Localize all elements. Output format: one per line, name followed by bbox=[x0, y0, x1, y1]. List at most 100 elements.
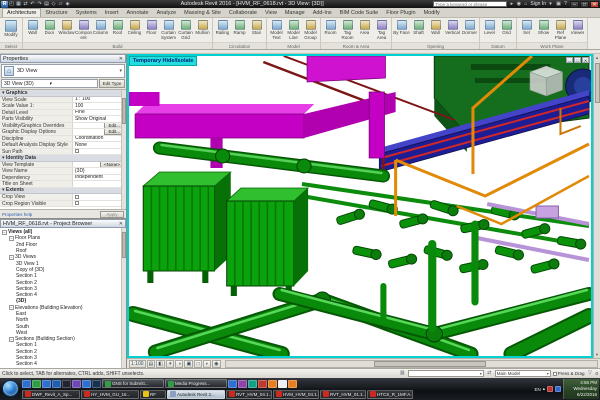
tab-systems[interactable]: Systems bbox=[72, 9, 101, 17]
signin-button[interactable]: Sign In bbox=[530, 1, 546, 7]
tray-expand-icon[interactable]: ▴ bbox=[543, 386, 545, 392]
crop-view-icon[interactable]: ▣ bbox=[184, 360, 193, 368]
taskbar-icon[interactable] bbox=[92, 380, 101, 388]
taskbar-icon[interactable] bbox=[82, 380, 91, 388]
drawing-area[interactable]: Temporary Hide/Isolate – □ ✕ bbox=[127, 54, 593, 358]
tab-view[interactable]: View bbox=[261, 9, 281, 17]
subscription-center-icon[interactable]: ◉ bbox=[515, 1, 522, 8]
horizontal-scrollbar[interactable] bbox=[225, 360, 598, 368]
properties-help-link[interactable]: Properties help bbox=[2, 212, 100, 217]
viewcube[interactable] bbox=[530, 66, 563, 96]
scale[interactable]: 1:100 bbox=[129, 360, 146, 368]
curtain-grid-button[interactable]: Curtain Grid bbox=[177, 19, 194, 40]
model-line-button[interactable]: Model Line bbox=[285, 19, 302, 40]
taskbar-icon[interactable] bbox=[268, 380, 277, 388]
level-button[interactable]: Level bbox=[481, 19, 498, 40]
filter-icon[interactable]: ▽ bbox=[586, 370, 593, 377]
modify-button[interactable]: Modify bbox=[1, 19, 21, 42]
model-group-button[interactable]: Model Group bbox=[302, 19, 319, 40]
taskbar-icon[interactable] bbox=[52, 380, 61, 388]
open-icon[interactable]: ◰ bbox=[8, 1, 15, 8]
press-and-drag-checkbox[interactable] bbox=[553, 372, 557, 376]
crop-region-visible-checkbox[interactable] bbox=[75, 201, 79, 205]
save-icon[interactable]: ▦ bbox=[15, 1, 22, 8]
ribbon-panel-label-opening[interactable]: Opening bbox=[392, 42, 479, 49]
default-analysis-display-style-value[interactable]: None bbox=[72, 142, 126, 148]
detail-level-icon[interactable]: ▤ bbox=[147, 360, 156, 368]
properties-scrollbar[interactable] bbox=[121, 90, 126, 209]
help-icon[interactable]: ? bbox=[562, 1, 569, 8]
ribbon-panel-label-datum[interactable]: Datum bbox=[480, 42, 516, 49]
floor-button[interactable]: Floor bbox=[143, 19, 160, 40]
scroll-up-icon[interactable]: ▲ bbox=[595, 54, 599, 61]
railing-button[interactable]: Railing bbox=[214, 19, 231, 40]
discipline-value[interactable]: Coordination bbox=[72, 136, 126, 142]
tab-add-ins[interactable]: Add-Ins bbox=[309, 9, 336, 17]
title-on-sheet-value[interactable] bbox=[72, 181, 126, 187]
ribbon-panel-label-model[interactable]: Model bbox=[267, 42, 320, 49]
tag-icon[interactable]: ▱ bbox=[57, 1, 64, 8]
start-button[interactable] bbox=[2, 380, 19, 397]
search-go-icon[interactable]: ▸ bbox=[508, 1, 515, 8]
crop-region-icon[interactable]: □ bbox=[194, 360, 202, 368]
sun-path-checkbox[interactable] bbox=[75, 149, 79, 153]
restore-button[interactable]: □ bbox=[580, 1, 589, 8]
ref-plane-button[interactable]: Ref Plane bbox=[552, 19, 569, 40]
tab-structure[interactable]: Structure bbox=[41, 9, 71, 17]
signin-dropdown-icon[interactable]: ▾ bbox=[547, 1, 554, 8]
apply-button[interactable]: Apply bbox=[100, 211, 124, 218]
tray-language[interactable]: EN bbox=[534, 387, 540, 392]
browser-scrollbar[interactable] bbox=[121, 228, 126, 368]
view-scale-value[interactable]: 1 : 100 bbox=[72, 97, 126, 103]
tree-expand-icon[interactable]: − bbox=[9, 236, 14, 241]
window-button[interactable]: Window bbox=[58, 19, 75, 40]
tag-room-button[interactable]: Tag Room bbox=[339, 19, 356, 40]
visual-style-icon[interactable]: ◧ bbox=[156, 360, 165, 368]
tab-architecture[interactable]: Architecture bbox=[2, 8, 41, 17]
by-face-button[interactable]: By Face bbox=[393, 19, 410, 40]
ribbon-panel-label-circulation[interactable]: Circulation bbox=[213, 42, 266, 49]
crop-view-checkbox[interactable] bbox=[75, 195, 79, 199]
view-close-icon[interactable]: ✕ bbox=[582, 57, 589, 63]
taskbar-window-rf[interactable]: RF bbox=[140, 390, 166, 399]
minimize-button[interactable]: – bbox=[570, 1, 579, 8]
wall-button[interactable]: Wall bbox=[427, 19, 444, 40]
view-name-value[interactable]: {3D} bbox=[72, 168, 126, 174]
taskbar-icon[interactable] bbox=[32, 380, 41, 388]
tab-collaborate[interactable]: Collaborate bbox=[225, 9, 261, 17]
ramp-button[interactable]: Ramp bbox=[231, 19, 248, 40]
taskbar-icon[interactable] bbox=[62, 380, 71, 388]
taskbar-icon[interactable] bbox=[42, 380, 51, 388]
taskbar-window-htcs-r-1mf-a[interactable]: HTCS_R_1MF.A... bbox=[367, 390, 413, 399]
undo-icon[interactable]: ↶ bbox=[29, 1, 36, 8]
wall-button[interactable]: Wall bbox=[24, 19, 41, 40]
taskbar-window-dwf-revit-a-sp[interactable]: DWF_Revit_A_Sp... bbox=[22, 390, 80, 399]
taskbar-icon[interactable] bbox=[258, 380, 267, 388]
taskbar-icon[interactable] bbox=[22, 380, 31, 388]
view-restore-icon[interactable]: □ bbox=[574, 57, 581, 63]
set-button[interactable]: Set bbox=[518, 19, 535, 40]
sun-path-icon[interactable]: ☀ bbox=[166, 360, 174, 368]
design-option-combo[interactable]: Main Model▾ bbox=[495, 370, 551, 377]
taskbar-window-hy-hvm-gu-16[interactable]: HY_HVM_GU_16... bbox=[81, 390, 139, 399]
tab-massing-site[interactable]: Massing & Site bbox=[180, 9, 225, 17]
taskbar-icon[interactable] bbox=[278, 380, 287, 388]
reveal-hidden-icon[interactable]: ◉ bbox=[212, 360, 220, 368]
properties-header[interactable]: Properties ✕ bbox=[0, 54, 126, 63]
tray-icon[interactable] bbox=[547, 386, 553, 392]
instance-selector[interactable]: 3D View (3D) ▾ bbox=[1, 79, 98, 88]
tab-analyze[interactable]: Analyze bbox=[153, 9, 181, 17]
column-button[interactable]: Column bbox=[92, 19, 109, 40]
ribbon-panel-label-select[interactable]: Select bbox=[0, 42, 22, 49]
project-browser-close-icon[interactable]: ✕ bbox=[119, 221, 123, 227]
communication-center-icon[interactable]: ⌂ bbox=[522, 1, 529, 8]
taskbar-window-autodesk-revit-2[interactable]: Autodesk Revit 2... bbox=[167, 390, 225, 399]
tab-manage[interactable]: Manage bbox=[281, 9, 309, 17]
crop-view-value[interactable] bbox=[72, 194, 126, 200]
shadows-icon[interactable]: ◑ bbox=[175, 360, 183, 368]
scale-value-1-value[interactable]: 100 bbox=[72, 103, 126, 109]
sync-icon[interactable]: ⇄ bbox=[22, 1, 29, 8]
show-button[interactable]: Show bbox=[535, 19, 552, 40]
ribbon-panel-label-room-area[interactable]: Room & Area bbox=[321, 42, 391, 49]
view-template-value[interactable]: <None> bbox=[72, 162, 126, 168]
